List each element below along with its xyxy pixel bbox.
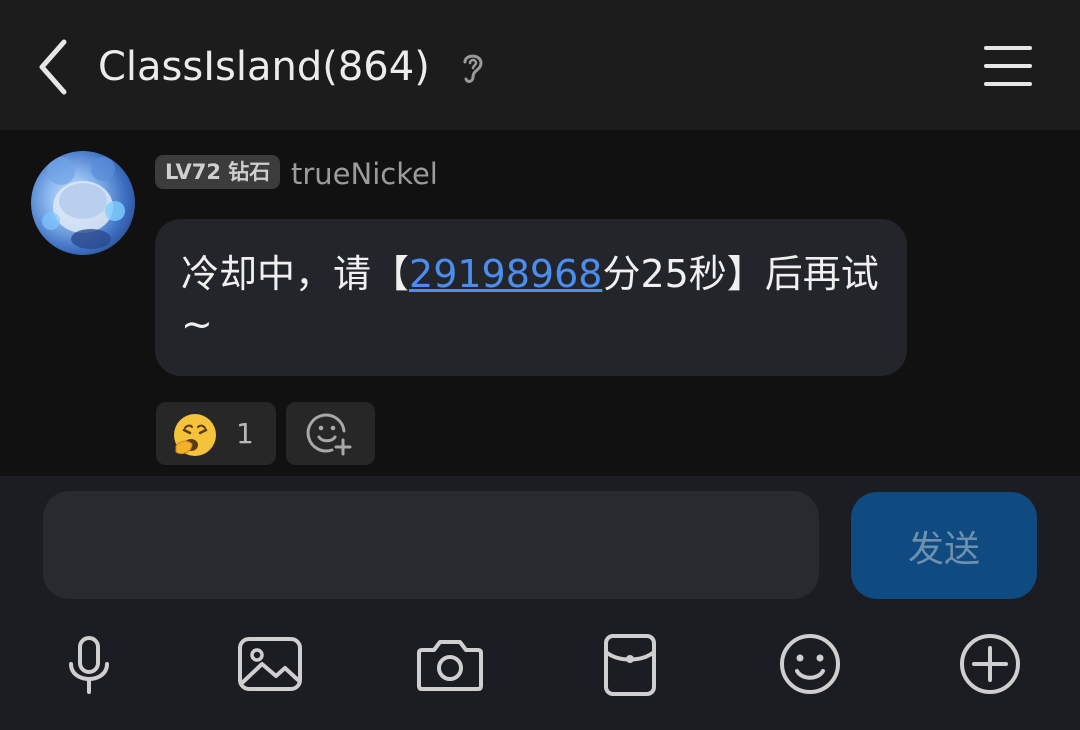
add-reaction-button[interactable] (286, 402, 375, 465)
message-link[interactable]: 29198968 (409, 252, 602, 296)
hamburger-menu-icon (984, 46, 1032, 86)
camera-button[interactable] (410, 626, 490, 706)
image-button[interactable] (230, 626, 310, 706)
menu-button[interactable] (982, 44, 1034, 88)
image-icon (238, 637, 302, 691)
ear-icon (463, 54, 483, 83)
input-toolbar (0, 626, 1080, 706)
chevron-left-icon (39, 39, 67, 95)
message-bubble[interactable]: 冷却中，请【29198968分25秒】后再试~ (155, 219, 907, 376)
group-title[interactable]: ClassIsland(864) (98, 40, 430, 94)
level-badge: LV72 钻石 (155, 155, 281, 189)
red-packet-icon (604, 634, 656, 696)
camera-icon (417, 640, 483, 691)
voice-button[interactable] (49, 626, 129, 706)
reaction-chip[interactable]: 1 (156, 402, 276, 465)
avatar[interactable] (31, 151, 135, 255)
message-list[interactable]: LV72 钻石 trueNickel 冷却中，请【29198968分25秒】后再… (0, 130, 1080, 476)
microphone-icon (69, 636, 109, 694)
plus-circle-icon (960, 634, 1020, 694)
avatar-image (42, 157, 125, 249)
yawning-face-icon (174, 414, 216, 456)
more-button[interactable] (950, 626, 1030, 706)
message-input[interactable] (43, 491, 819, 599)
reaction-count: 1 (236, 417, 254, 450)
emoji-icon (780, 634, 840, 694)
back-button[interactable] (30, 36, 80, 98)
red-packet-button[interactable] (590, 626, 670, 706)
add-emoji-icon (306, 413, 352, 456)
username[interactable]: trueNickel (291, 155, 438, 193)
message-text-before: 冷却中，请【 (181, 252, 410, 296)
input-bar: 发送 (0, 476, 1080, 730)
chat-header: ClassIsland(864) (0, 0, 1080, 130)
send-button[interactable]: 发送 (851, 492, 1037, 599)
emoji-button[interactable] (770, 626, 850, 706)
